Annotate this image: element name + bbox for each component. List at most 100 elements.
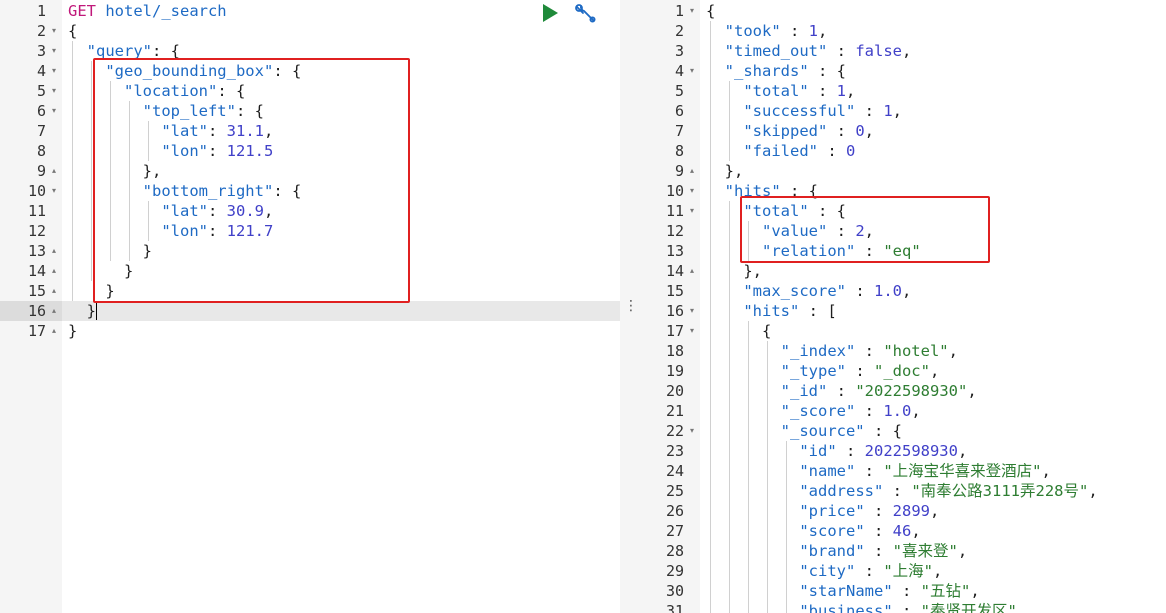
fold-toggle-icon[interactable]: ▾ (48, 81, 60, 101)
fold-toggle-icon[interactable]: ▴ (48, 321, 60, 341)
code-token: , (929, 362, 940, 380)
line-number: 29 (665, 562, 684, 580)
code-line[interactable]: 7 "skipped" : 0, (638, 121, 1166, 141)
code-line[interactable]: 20 "_id" : "2022598930", (638, 381, 1166, 401)
code-token: "successful" (743, 102, 856, 120)
code-line[interactable]: 21 "_score" : 1.0, (638, 401, 1166, 421)
code-line[interactable]: 1 GET hotel/_search (0, 1, 620, 21)
fold-toggle-icon[interactable]: ▾ (48, 21, 60, 41)
code-line[interactable]: 19 "_type" : "_doc", (638, 361, 1166, 381)
fold-toggle-icon[interactable]: ▴ (48, 281, 60, 301)
code-token: 1.0 (883, 402, 912, 420)
code-line[interactable]: 29 "city" : "上海", (638, 561, 1166, 581)
code-line[interactable]: 24 "name" : "上海宝华喜来登酒店", (638, 461, 1166, 481)
highlight-box-geo-query (93, 58, 410, 303)
line-number: 11 (665, 202, 684, 220)
fold-toggle-icon[interactable]: ▴ (48, 301, 60, 321)
fold-toggle-icon[interactable]: ▾ (48, 101, 60, 121)
code-token: , (929, 502, 940, 520)
line-number: 12 (27, 222, 46, 240)
code-line[interactable]: 8 "failed" : 0 (638, 141, 1166, 161)
code-line[interactable]: 26 "price" : 2899, (638, 501, 1166, 521)
code-token: "奉贤开发区" (920, 602, 1017, 613)
code-line[interactable]: 4 ▾ "_shards" : { (638, 61, 1166, 81)
drag-handle-icon[interactable]: ⋮ (624, 296, 638, 316)
code-line[interactable]: 16 ▾ "hits" : [ (638, 301, 1166, 321)
code-token: "_shards" (724, 62, 809, 80)
fold-toggle-icon[interactable]: ▴ (686, 161, 698, 181)
code-line[interactable]: 3 "timed_out" : false, (638, 41, 1166, 61)
code-line[interactable]: 31 "business" : "奉贤开发区", (638, 601, 1166, 613)
code-token: , (957, 442, 968, 460)
code-token: : (836, 442, 865, 460)
code-token: "五钻" (920, 582, 971, 600)
code-line[interactable]: 28 "brand" : "喜来登", (638, 541, 1166, 561)
code-token: , (948, 342, 958, 360)
code-text: "_score" : 1.0, (706, 401, 921, 421)
code-token: { (68, 22, 78, 40)
fold-toggle-icon[interactable]: ▴ (48, 261, 60, 281)
fold-toggle-icon[interactable]: ▾ (48, 181, 60, 201)
line-number: 1 (674, 2, 684, 20)
code-token: 0 (845, 142, 856, 160)
line-number: 22 (665, 422, 684, 440)
code-token: , (901, 282, 912, 300)
code-line[interactable]: 17 ▴} (0, 321, 620, 341)
code-line[interactable]: 27 "score" : 46, (638, 521, 1166, 541)
code-line[interactable]: 2 ▾ { (0, 21, 620, 41)
code-line[interactable]: 14 ▴ }, (638, 261, 1166, 281)
fold-toggle-icon[interactable]: ▾ (686, 1, 698, 21)
code-text: "_id" : "2022598930", (706, 381, 977, 401)
code-line[interactable]: 6 "successful" : 1, (638, 101, 1166, 121)
code-text: { (68, 21, 77, 41)
text-cursor (96, 302, 97, 320)
code-line[interactable]: 30 "starName" : "五钻", (638, 581, 1166, 601)
indent-guide (767, 341, 768, 613)
code-token: , (957, 542, 968, 560)
line-number: 2 (674, 22, 684, 40)
line-number: 4 (36, 62, 46, 80)
fold-toggle-icon[interactable]: ▾ (686, 301, 698, 321)
play-icon[interactable] (543, 4, 558, 22)
code-line[interactable]: 22 ▾ "_source" : { (638, 421, 1166, 441)
fold-toggle-icon[interactable]: ▴ (48, 241, 60, 261)
fold-toggle-icon[interactable]: ▾ (686, 201, 698, 221)
code-line[interactable]: 1 ▾ { (638, 1, 1166, 21)
fold-toggle-icon[interactable]: ▾ (48, 61, 60, 81)
fold-toggle-icon[interactable]: ▴ (686, 261, 698, 281)
line-number: 16 (27, 302, 46, 320)
code-text: "price" : 2899, (706, 501, 939, 521)
wrench-icon[interactable] (573, 2, 597, 26)
code-line[interactable]: 5 "total" : 1, (638, 81, 1166, 101)
code-line[interactable]: 18 "_index" : "hotel", (638, 341, 1166, 361)
code-line[interactable]: 9 ▴ }, (638, 161, 1166, 181)
code-token: : (892, 582, 921, 600)
code-token: : (883, 482, 912, 500)
code-token: "喜来登" (892, 542, 958, 560)
line-number: 21 (665, 402, 684, 420)
fold-toggle-icon[interactable]: ▾ (686, 61, 698, 81)
code-text: "_index" : "hotel", (706, 341, 958, 361)
code-text: "brand" : "喜来登", (706, 541, 967, 561)
code-text: } (68, 301, 96, 321)
fold-toggle-icon[interactable]: ▴ (48, 161, 60, 181)
request-editor[interactable]: 1 GET hotel/_search 2 ▾{3 ▾ "query": {4 ▾ "ge… (0, 0, 620, 613)
line-number: 18 (665, 342, 684, 360)
code-line[interactable]: 17 ▾ { (638, 321, 1166, 341)
code-line[interactable]: 25 "address" : "南奉公路3111弄228号", (638, 481, 1166, 501)
fold-toggle-icon[interactable]: ▾ (686, 181, 698, 201)
code-line[interactable]: 2 "took" : 1, (638, 21, 1166, 41)
fold-toggle-icon[interactable]: ▾ (48, 41, 60, 61)
fold-toggle-icon[interactable]: ▾ (686, 421, 698, 441)
response-viewer[interactable]: 1 ▾{2 "took" : 1, 3 "timed_out" : false, 4 ▾… (638, 0, 1166, 613)
code-line[interactable]: 23 "id" : 2022598930, (638, 441, 1166, 461)
code-line[interactable]: 16 ▴ } (0, 301, 620, 321)
code-token: 0 (855, 122, 865, 140)
fold-toggle-icon[interactable]: ▾ (686, 321, 698, 341)
code-line[interactable]: 15 "max_score" : 1.0, (638, 281, 1166, 301)
